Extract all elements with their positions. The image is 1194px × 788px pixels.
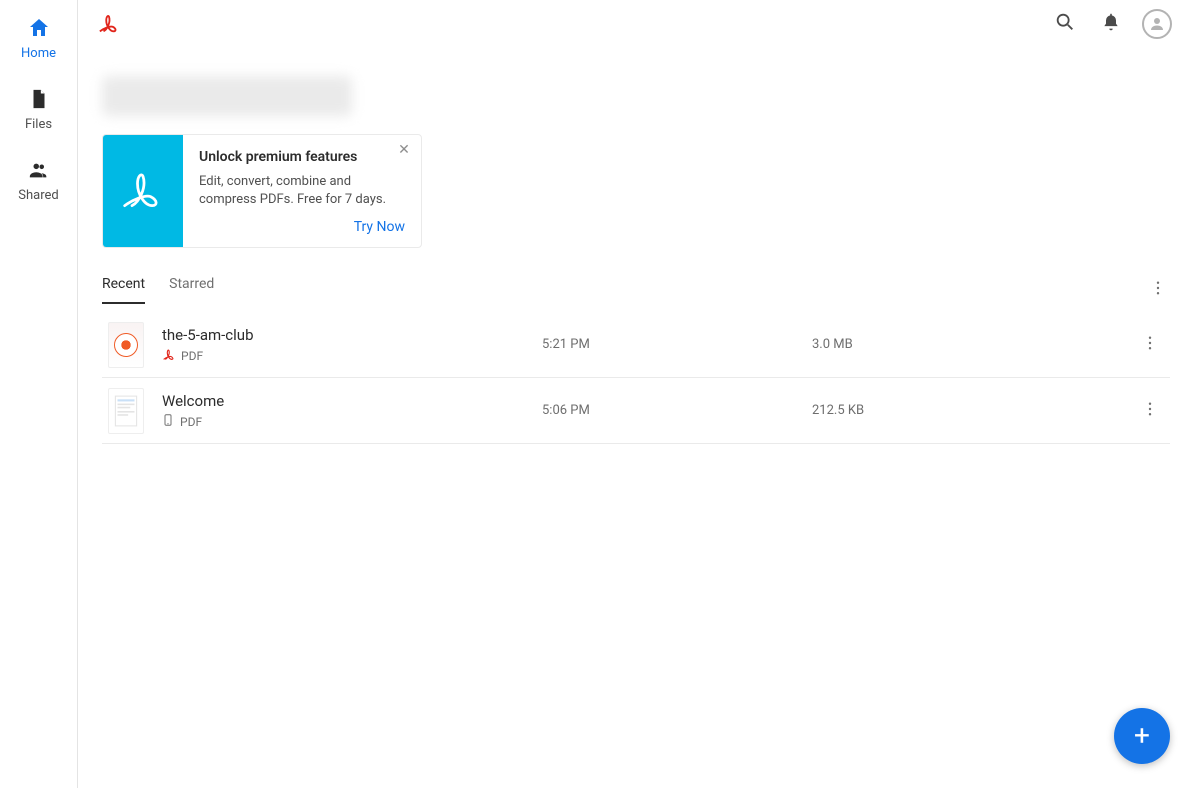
pdf-source-icon [162, 348, 175, 364]
sidebar-item-files[interactable]: Files [0, 83, 77, 136]
file-name: the-5-am-club [162, 326, 542, 344]
file-row[interactable]: the-5-am-club PDF 5:21 PM 3.0 MB [102, 312, 1170, 378]
sidebar-item-label: Files [25, 117, 52, 132]
file-overflow-button[interactable] [1138, 399, 1162, 423]
sidebar-item-label: Shared [18, 188, 58, 203]
file-time: 5:06 PM [542, 403, 812, 418]
sidebar: Home Files Shared [0, 0, 78, 788]
sidebar-item-shared[interactable]: Shared [0, 154, 77, 207]
shared-icon [27, 158, 51, 182]
tabs-overflow-button[interactable] [1146, 278, 1170, 302]
file-type-label: PDF [181, 349, 203, 363]
file-overflow-button[interactable] [1138, 333, 1162, 357]
content: ✕ Unlock premium features Edit, convert,… [78, 48, 1194, 788]
kebab-icon [1141, 334, 1159, 356]
tab-recent[interactable]: Recent [102, 276, 145, 304]
sidebar-item-label: Home [21, 46, 56, 61]
file-list: the-5-am-club PDF 5:21 PM 3.0 MB [102, 312, 1170, 444]
search-icon [1054, 11, 1076, 37]
acrobat-logo-icon [98, 13, 120, 35]
topbar [78, 0, 1194, 48]
promo-description: Edit, convert, combine and compress PDFs… [199, 173, 405, 209]
promo-graphic [103, 135, 183, 247]
kebab-icon [1141, 400, 1159, 422]
file-name: Welcome [162, 392, 542, 410]
tab-starred[interactable]: Starred [169, 276, 214, 304]
promo-try-now-link[interactable]: Try Now [199, 219, 405, 235]
bell-icon [1101, 12, 1121, 36]
promo-card: ✕ Unlock premium features Edit, convert,… [102, 134, 422, 248]
acrobat-white-icon [121, 169, 165, 213]
avatar-icon [1142, 9, 1172, 39]
close-icon: ✕ [398, 142, 410, 158]
file-thumbnail [108, 322, 144, 368]
device-source-icon [162, 414, 174, 429]
file-icon [27, 87, 51, 111]
file-thumbnail [108, 388, 144, 434]
welcome-banner-blurred [102, 76, 352, 116]
kebab-icon [1149, 279, 1167, 301]
home-icon [27, 16, 51, 40]
sidebar-item-home[interactable]: Home [0, 12, 77, 65]
notifications-button[interactable] [1094, 7, 1128, 41]
file-type-label: PDF [180, 415, 202, 429]
plus-icon: + [1134, 722, 1150, 750]
profile-button[interactable] [1140, 7, 1174, 41]
file-size: 212.5 KB [812, 403, 1052, 418]
file-time: 5:21 PM [542, 337, 812, 352]
add-fab-button[interactable]: + [1114, 708, 1170, 764]
search-button[interactable] [1048, 7, 1082, 41]
file-size: 3.0 MB [812, 337, 1052, 352]
promo-title: Unlock premium features [199, 149, 405, 165]
main-area: ✕ Unlock premium features Edit, convert,… [78, 0, 1194, 788]
file-row[interactable]: Welcome PDF 5:06 PM 212.5 KB [102, 378, 1170, 444]
tabs-row: Recent Starred [102, 276, 1170, 304]
promo-close-button[interactable]: ✕ [395, 143, 413, 161]
